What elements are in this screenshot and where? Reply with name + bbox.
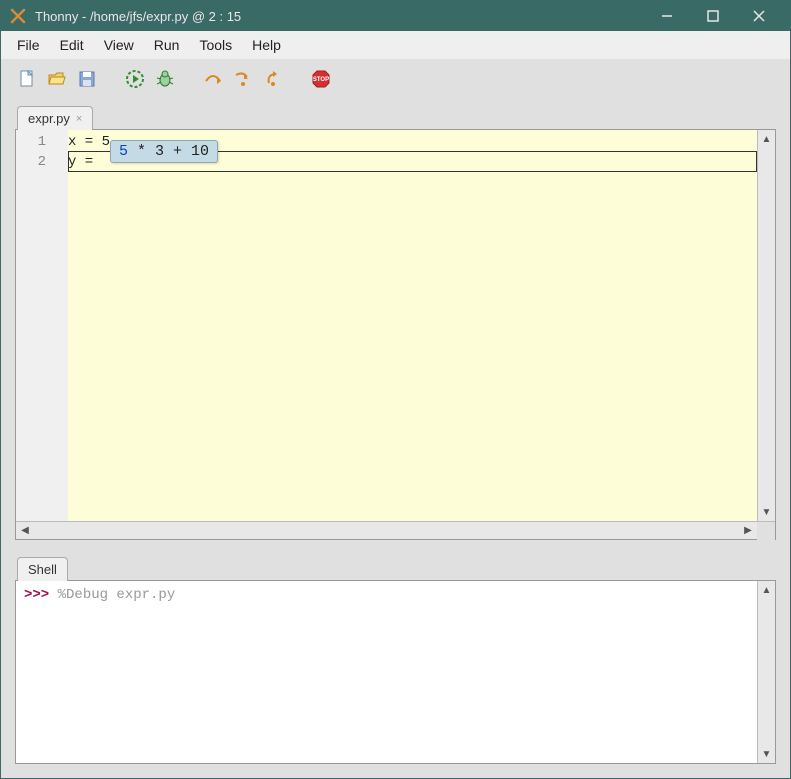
maximize-button[interactable] <box>690 1 736 31</box>
save-file-button[interactable] <box>75 67 99 91</box>
editor-vertical-scrollbar[interactable]: ▲ ▼ <box>757 130 775 521</box>
window-title: Thonny - /home/jfs/expr.py @ 2 : 15 <box>35 9 644 24</box>
editor-panel: expr.py × 1 2 x = 5 y = <box>15 103 776 540</box>
editor-tab-label: expr.py <box>28 111 70 126</box>
close-tab-icon[interactable]: × <box>76 113 82 125</box>
step-out-button[interactable] <box>261 67 285 91</box>
debug-expression-tooltip: 5 * 3 + 10 <box>110 140 218 163</box>
menu-file[interactable]: File <box>7 33 50 57</box>
line-number: 2 <box>16 152 46 172</box>
shell-console[interactable]: >>> %Debug expr.py <box>16 581 757 763</box>
menu-tools[interactable]: Tools <box>189 33 242 57</box>
svg-text:STOP: STOP <box>313 77 329 83</box>
app-window: Thonny - /home/jfs/expr.py @ 2 : 15 File… <box>0 0 791 779</box>
shell-tab-label: Shell <box>28 562 57 577</box>
minimize-button[interactable] <box>644 1 690 31</box>
menu-edit[interactable]: Edit <box>50 33 94 57</box>
titlebar: Thonny - /home/jfs/expr.py @ 2 : 15 <box>1 1 790 31</box>
editor-viewport: 1 2 x = 5 y = 5 * 3 + 10 <box>15 129 776 540</box>
shell-panel: Shell >>> %Debug expr.py ▲ ▼ <box>15 554 776 764</box>
shell-viewport: >>> %Debug expr.py ▲ ▼ <box>15 580 776 764</box>
line-gutter: 1 2 <box>16 130 68 521</box>
menu-view[interactable]: View <box>94 33 144 57</box>
scroll-up-arrow-icon[interactable]: ▲ <box>758 130 775 148</box>
editor-horizontal-scrollbar[interactable]: ◀ ▶ <box>16 521 775 539</box>
scroll-up-arrow-icon[interactable]: ▲ <box>758 581 775 599</box>
menu-help[interactable]: Help <box>242 33 291 57</box>
scroll-down-arrow-icon[interactable]: ▼ <box>758 745 775 763</box>
editor-tab[interactable]: expr.py × <box>17 106 93 130</box>
toolbar: STOP <box>1 59 790 99</box>
close-button[interactable] <box>736 1 782 31</box>
shell-vertical-scrollbar[interactable]: ▲ ▼ <box>757 581 775 763</box>
scroll-left-arrow-icon[interactable]: ◀ <box>16 522 34 539</box>
stop-button[interactable]: STOP <box>309 67 333 91</box>
menubar: File Edit View Run Tools Help <box>1 31 790 59</box>
shell-command-text: %Debug expr.py <box>58 587 176 603</box>
main-area: expr.py × 1 2 x = 5 y = <box>1 99 790 778</box>
editor-tab-row: expr.py × <box>15 103 776 129</box>
scroll-right-arrow-icon[interactable]: ▶ <box>739 522 757 539</box>
debug-button[interactable] <box>153 67 177 91</box>
shell-tab-row: Shell <box>15 554 776 580</box>
open-file-button[interactable] <box>45 67 69 91</box>
code-editor[interactable]: 1 2 x = 5 y = 5 * 3 + 10 <box>16 130 757 521</box>
shell-prompt: >>> <box>24 587 58 603</box>
new-file-button[interactable] <box>15 67 39 91</box>
scroll-down-arrow-icon[interactable]: ▼ <box>758 503 775 521</box>
menu-run[interactable]: Run <box>144 33 190 57</box>
run-button[interactable] <box>123 67 147 91</box>
step-over-button[interactable] <box>201 67 225 91</box>
app-icon <box>9 7 27 25</box>
shell-tab[interactable]: Shell <box>17 557 68 581</box>
step-into-button[interactable] <box>231 67 255 91</box>
line-number: 1 <box>16 132 46 152</box>
